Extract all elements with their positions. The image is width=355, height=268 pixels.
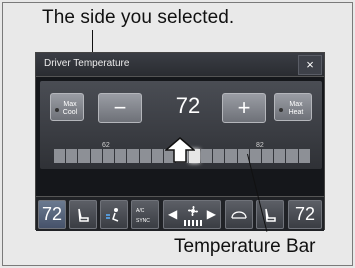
recirculation-button[interactable] — [225, 200, 253, 229]
temperature-bar-segment[interactable] — [274, 149, 286, 163]
temperature-bar-segment[interactable] — [102, 149, 115, 163]
seat-heat-icon — [78, 208, 89, 222]
fan-increase-icon[interactable]: ▶ — [207, 207, 216, 221]
fan-speed-control[interactable]: ◀ ▶ — [163, 200, 221, 229]
temperature-bar-segment[interactable] — [127, 149, 139, 163]
dialog-title: Driver Temperature — [44, 58, 130, 69]
temperature-bar-segment[interactable] — [213, 149, 225, 163]
max-heat-indicator — [279, 108, 283, 112]
temperature-bar-segment[interactable] — [200, 149, 213, 163]
temperature-value: 72 — [175, 93, 201, 118]
temperature-bar-segment[interactable] — [115, 149, 127, 163]
temp-down-button[interactable]: − — [98, 93, 142, 123]
temperature-bar-segment[interactable] — [249, 149, 261, 163]
temp-up-button[interactable]: + — [222, 93, 266, 123]
driver-temp-button[interactable]: 72 — [38, 200, 66, 229]
close-button[interactable]: × — [298, 55, 322, 75]
climate-bottom-bar: 72 A/C SYNC ◀ ▶ 72 — [36, 196, 324, 231]
temperature-bar-segment[interactable] — [225, 149, 237, 163]
sync-label: SYNC — [136, 218, 150, 224]
fan-level-indicator — [184, 220, 202, 226]
max-heat-button[interactable]: Max Heat — [274, 93, 312, 121]
temperature-bar-segment[interactable] — [298, 149, 310, 163]
ac-label: A/C — [136, 208, 145, 214]
bar-label-low: 62 — [102, 142, 110, 149]
max-cool-indicator — [55, 108, 59, 112]
fan-icon — [188, 206, 198, 216]
climate-screen: Driver Temperature × Max Cool − 72 + Max… — [35, 52, 325, 231]
title-bar: Driver Temperature × — [36, 53, 324, 77]
callout-leader-top — [92, 30, 93, 54]
recirculation-icon — [231, 211, 247, 219]
callout-selected-side: The side you selected. — [42, 7, 235, 28]
airflow-mode-icon — [106, 208, 119, 222]
temperature-bar-segment[interactable] — [90, 149, 102, 163]
driver-seat-heat-button[interactable] — [69, 200, 97, 229]
callout-temperature-bar: Temperature Bar — [174, 236, 316, 257]
temperature-bar-segment[interactable] — [54, 149, 66, 163]
temperature-bar-segment[interactable] — [261, 149, 274, 163]
airflow-mode-button[interactable] — [100, 200, 128, 229]
ac-sync-button[interactable]: A/C SYNC — [131, 200, 159, 229]
fan-decrease-icon[interactable]: ◀ — [168, 207, 177, 221]
temperature-bar-segment[interactable] — [139, 149, 151, 163]
temperature-bar-segment[interactable] — [66, 149, 78, 163]
bar-label-high: 82 — [256, 142, 264, 149]
selected-arrow-icon — [165, 137, 195, 163]
max-cool-button[interactable]: Max Cool — [50, 93, 84, 121]
temperature-bar-segment[interactable] — [286, 149, 298, 163]
passenger-temp-button[interactable]: 72 — [288, 200, 322, 229]
temperature-bar-segment[interactable] — [78, 149, 90, 163]
temperature-bar-segment[interactable] — [151, 149, 164, 163]
